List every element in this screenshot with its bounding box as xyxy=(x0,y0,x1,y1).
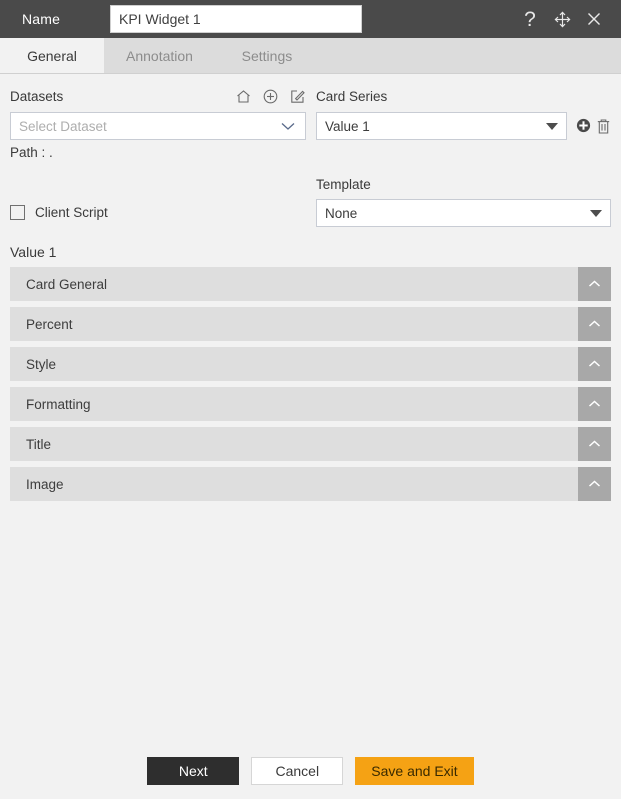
widget-name-input[interactable] xyxy=(110,5,362,33)
template-select[interactable]: None xyxy=(316,199,611,227)
accordion-title[interactable]: Card General xyxy=(10,267,578,301)
template-label: Template xyxy=(316,176,371,192)
name-label: Name xyxy=(22,11,61,27)
caret-down-icon xyxy=(546,122,558,130)
path-value: . xyxy=(49,145,53,160)
chevron-up-icon[interactable] xyxy=(578,347,611,381)
add-circle-icon[interactable] xyxy=(262,88,279,105)
dataset-select[interactable]: Select Dataset xyxy=(10,112,306,140)
accordion-item-formatting[interactable]: Formatting xyxy=(10,387,611,421)
help-icon[interactable]: ? xyxy=(521,8,539,30)
tab-general[interactable]: General xyxy=(0,38,104,73)
datasets-card-series-row: Datasets Select Dataset Card Series Valu… xyxy=(0,74,621,140)
dialog-footer: Next Cancel Save and Exit xyxy=(0,745,621,797)
client-script-group: Client Script xyxy=(10,199,306,227)
dialog-title-bar: Name ? xyxy=(0,0,621,38)
template-label-line: Template xyxy=(316,174,611,194)
general-tab-panel: Datasets Select Dataset Card Series Valu… xyxy=(0,74,621,797)
chevron-up-icon[interactable] xyxy=(578,467,611,501)
card-series-actions xyxy=(576,118,611,135)
chevron-down-icon xyxy=(279,120,297,132)
client-script-label[interactable]: Client Script xyxy=(35,205,108,220)
template-group: Template None xyxy=(316,174,611,227)
chevron-up-icon[interactable] xyxy=(578,427,611,461)
add-filled-circle-icon[interactable] xyxy=(576,118,591,135)
accordion-item-title[interactable]: Title xyxy=(10,427,611,461)
chevron-up-icon[interactable] xyxy=(578,307,611,341)
tab-settings[interactable]: Settings xyxy=(215,38,319,73)
home-icon[interactable] xyxy=(235,88,252,105)
card-series-label-line: Card Series xyxy=(316,86,611,106)
caret-down-icon xyxy=(590,209,602,217)
title-bar-actions: ? xyxy=(521,8,607,30)
tab-annotation[interactable]: Annotation xyxy=(104,38,215,73)
accordion-title[interactable]: Title xyxy=(10,427,578,461)
datasets-icon-group xyxy=(235,88,306,105)
accordion-item-image[interactable]: Image xyxy=(10,467,611,501)
tab-bar: General Annotation Settings xyxy=(0,38,621,74)
accordion-item-style[interactable]: Style xyxy=(10,347,611,381)
dataset-select-placeholder: Select Dataset xyxy=(19,118,107,134)
datasets-group: Datasets Select Dataset xyxy=(10,86,306,140)
datasets-label: Datasets xyxy=(10,88,64,104)
move-arrows-icon[interactable] xyxy=(553,8,571,30)
accordion-title[interactable]: Image xyxy=(10,467,578,501)
card-series-select[interactable]: Value 1 xyxy=(316,112,567,140)
accordion-item-percent[interactable]: Percent xyxy=(10,307,611,341)
card-series-group: Card Series Value 1 xyxy=(316,86,611,140)
accordion-title[interactable]: Percent xyxy=(10,307,578,341)
dataset-path-line: Path : . xyxy=(0,140,621,160)
cancel-button[interactable]: Cancel xyxy=(251,757,344,785)
card-series-label: Card Series xyxy=(316,88,388,104)
card-series-value: Value 1 xyxy=(325,118,370,134)
next-button[interactable]: Next xyxy=(147,757,240,785)
client-script-template-row: Client Script Template None xyxy=(0,160,621,227)
card-series-control-row: Value 1 xyxy=(316,112,611,140)
path-label: Path : xyxy=(10,145,46,160)
chevron-up-icon[interactable] xyxy=(578,387,611,421)
client-script-checkbox[interactable] xyxy=(10,204,25,220)
datasets-label-line: Datasets xyxy=(10,86,306,106)
save-and-exit-button[interactable]: Save and Exit xyxy=(355,757,474,785)
settings-accordion: Card General Percent Style Formatting Ti… xyxy=(0,267,621,501)
template-value: None xyxy=(325,205,358,221)
accordion-item-card-general[interactable]: Card General xyxy=(10,267,611,301)
chevron-up-icon[interactable] xyxy=(578,267,611,301)
accordion-title[interactable]: Style xyxy=(10,347,578,381)
edit-square-icon[interactable] xyxy=(289,88,306,105)
accordion-title[interactable]: Formatting xyxy=(10,387,578,421)
value-section-heading: Value 1 xyxy=(10,244,57,260)
trash-icon[interactable] xyxy=(596,118,611,135)
close-x-icon[interactable] xyxy=(585,8,603,30)
